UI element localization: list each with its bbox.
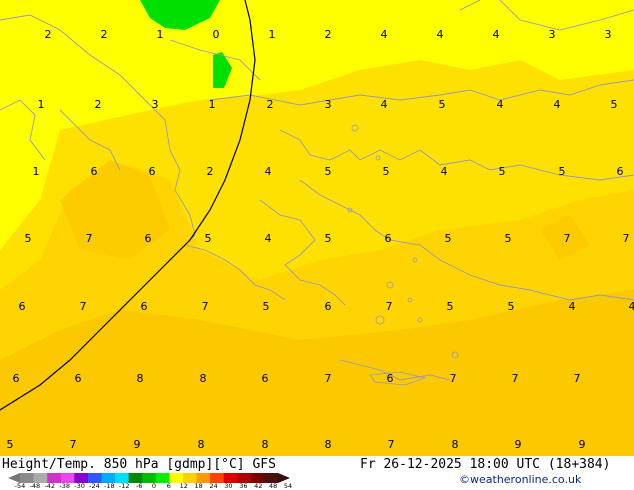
temperature-label: 2 (95, 98, 102, 111)
temperature-label: 6 (75, 372, 82, 385)
temperature-label: 6 (91, 165, 98, 178)
temperature-label: 7 (325, 372, 332, 385)
temperature-label: 2 (45, 28, 52, 41)
temperature-label: 4 (629, 300, 634, 313)
temperature-label: 4 (437, 28, 444, 41)
temperature-label: 7 (512, 372, 519, 385)
scale-tick-label: 36 (239, 482, 248, 490)
temperature-label: 6 (145, 232, 152, 245)
temperature-label: 7 (86, 232, 93, 245)
temperature-label: 5 (447, 300, 454, 313)
temperature-label: 6 (19, 300, 26, 313)
temperature-label: 7 (202, 300, 209, 313)
temperature-label: 1 (38, 98, 45, 111)
scale-tick-label: 6 (166, 482, 171, 490)
temperature-label: 5 (205, 232, 212, 245)
temperature-label: 5 (611, 98, 618, 111)
scale-tick-label: 0 (151, 482, 157, 490)
scale-tick-label: -54 (14, 482, 26, 490)
scale-tick-label: -38 (59, 482, 70, 490)
temperature-label: 4 (493, 28, 500, 41)
scale-tick-label: -12 (118, 482, 130, 490)
temperature-label: 1 (33, 165, 40, 178)
temperature-label: 7 (450, 372, 457, 385)
temperature-label: 2 (267, 98, 274, 111)
temperature-label: 8 (325, 438, 332, 451)
temperature-label: 8 (262, 438, 269, 451)
temperature-label: 3 (549, 28, 556, 41)
temperature-label: 9 (134, 438, 141, 451)
temperature-label: 2 (325, 28, 332, 41)
weather-map: 2 2 1 0 1 2 4 4 4 3 3 1 2 3 1 2 3 4 5 4 4 5 1 6 6 2 4 5 5 4 5 5 6 5 7 6 5 4 5 6… (0, 0, 634, 456)
temperature-label: 4 (381, 98, 388, 111)
temperature-label: 3 (152, 98, 159, 111)
temperature-label: 5 (7, 438, 14, 451)
scale-tick-label: -42 (44, 482, 56, 490)
temperature-label: 1 (157, 28, 164, 41)
scale-tick-label: 30 (224, 482, 233, 490)
scale-tick-label: 48 (268, 482, 278, 490)
temperature-label: 5 (25, 232, 32, 245)
scale-tick-label: 42 (254, 482, 263, 490)
temperature-label: 5 (505, 232, 512, 245)
scale-tick-label: -48 (29, 482, 41, 490)
temperature-label: 6 (149, 165, 156, 178)
temperature-label: 1 (269, 28, 276, 41)
temperature-label: 5 (508, 300, 515, 313)
temperature-label: 5 (325, 232, 332, 245)
temperature-label: 7 (388, 438, 395, 451)
temperature-label: 7 (623, 232, 630, 245)
map-datetime: Fr 26-12-2025 18:00 UTC (18+384) (360, 457, 611, 472)
temperature-label: 6 (141, 300, 148, 313)
temperature-label: 5 (383, 165, 390, 178)
scale-tick-label: 24 (209, 482, 218, 490)
scale-tick-label: 12 (179, 482, 188, 490)
temperature-label: 4 (569, 300, 576, 313)
temperature-label: 8 (137, 372, 144, 385)
temperature-label: 7 (574, 372, 581, 385)
temperature-label: 7 (80, 300, 87, 313)
temperature-label: 6 (617, 165, 624, 178)
scale-tick-label: -6 (135, 482, 143, 490)
scale-tick-label: -18 (104, 482, 115, 490)
temperature-label: 7 (70, 438, 77, 451)
temperature-label: 4 (265, 165, 272, 178)
temperature-label: 4 (441, 165, 448, 178)
temperature-label: 5 (439, 98, 446, 111)
temperature-label: 6 (387, 372, 394, 385)
temperature-label: 4 (554, 98, 561, 111)
temperature-label: 4 (381, 28, 388, 41)
scale-tick-label: 54 (283, 482, 293, 490)
temperature-label: 6 (13, 372, 20, 385)
temperature-label: 8 (452, 438, 459, 451)
scale-tick-label: -24 (89, 482, 100, 490)
temperature-label: 5 (445, 232, 452, 245)
temperature-label: 6 (262, 372, 269, 385)
temperature-label: 5 (499, 165, 506, 178)
temperature-label: 6 (325, 300, 332, 313)
scale-tick-label: 18 (194, 482, 203, 490)
temperature-label: 7 (564, 232, 571, 245)
temperature-label: 4 (497, 98, 504, 111)
temperature-label: 5 (325, 165, 332, 178)
temperature-label: 1 (209, 98, 216, 111)
temperature-label: 7 (386, 300, 393, 313)
temperature-label: 6 (385, 232, 392, 245)
temperature-label: 3 (325, 98, 332, 111)
map-title: Height/Temp. 850 hPa [gdmp][°C] GFS (2, 457, 276, 472)
temperature-label: 8 (198, 438, 205, 451)
temperature-label: 2 (207, 165, 214, 178)
scale-ticks: -54 -48 -42 -38 -30 -24 -18 -12 -6 0 6 12 18 24 30 36 42… (15, 482, 293, 490)
temperature-label: 3 (605, 28, 612, 41)
credit-link[interactable]: ©weatheronline.co.uk (459, 473, 581, 486)
temperature-label: 4 (265, 232, 272, 245)
scale-tick-label: -30 (74, 482, 85, 490)
temperature-label: 5 (559, 165, 566, 178)
temperature-label: 5 (263, 300, 270, 313)
temperature-label: 2 (101, 28, 108, 41)
temperature-label: 8 (200, 372, 207, 385)
temperature-label: 9 (515, 438, 522, 451)
temperature-label: 9 (579, 438, 586, 451)
temperature-label: 0 (213, 28, 220, 41)
